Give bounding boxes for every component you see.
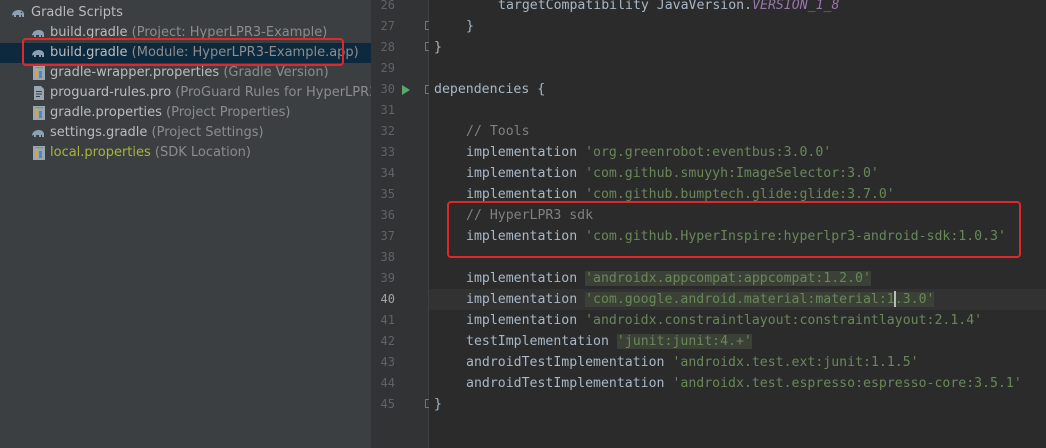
line-number: 36 [380,208,395,222]
tree-item-name: settings.gradle [50,125,148,140]
code-line-33: implementation 'org.greenrobot:eventbus:… [466,145,832,160]
tree-item-hint: (SDK Location) [154,145,251,160]
line-number: 42 [380,334,395,348]
line-number: 28 [380,40,395,54]
line-number: 32 [380,124,395,138]
tree-item-hint: (Project Settings) [151,125,264,140]
code-line-32: // Tools [466,124,530,139]
tree-item-gradle-wrapper-properties[interactable]: gradle-wrapper.properties (Gradle Versio… [0,63,371,83]
code-line-30: dependencies { [434,82,546,97]
line-number: 43 [380,355,395,369]
code-line-43: androidTestImplementation 'androidx.test… [466,355,919,370]
line-number: 39 [380,271,395,285]
code-line-34: implementation 'com.github.smuyyh:ImageS… [466,166,879,181]
properties-file-icon [33,106,45,120]
code-line-26: targetCompatibility JavaVersion.VERSION_… [498,0,840,13]
tree-item-settings-gradle[interactable]: settings.gradle (Project Settings) [0,123,371,143]
highlight-box [447,201,1021,258]
code-line-42: testImplementation 'junit:junit:4.+' [466,334,752,349]
tree-item-name: gradle.properties [50,105,162,120]
line-number: 38 [380,250,395,264]
text-file-icon [34,86,44,100]
tree-item-name: local.properties [50,145,151,160]
code-line-44: androidTestImplementation 'androidx.test… [466,376,1022,391]
line-number: 35 [380,187,395,201]
line-number: 26 [380,0,395,12]
line-number: 37 [380,229,395,243]
editor-gutter[interactable]: 26 27 28 29 30 31 32 33 34 35 36 37 38 3… [371,0,429,448]
line-number: 45 [380,397,395,411]
code-line-40: implementation 'com.google.android.mater… [466,291,935,307]
tree-node-gradle-scripts[interactable]: Gradle Scripts [0,3,371,23]
tree-item-name: proguard-rules.pro [50,85,172,100]
line-number: 27 [380,19,395,33]
tree-item-name: gradle-wrapper.properties [50,65,220,80]
line-number: 31 [380,103,395,117]
code-line-41: implementation 'androidx.constraintlayou… [466,313,983,328]
line-number: 29 [380,61,395,75]
line-number: 33 [380,145,395,159]
line-number: 44 [380,376,395,390]
properties-file-icon [33,146,45,160]
tree-item-hint: (Gradle Version) [223,65,329,80]
code-line-28: } [434,40,442,55]
code-line-27: } [466,19,474,34]
properties-file-icon [33,66,45,80]
project-tree: Gradle Scripts build.gradle (Project: Hy… [0,0,371,448]
line-number: 41 [380,313,395,327]
code-line-39: implementation 'androidx.appcompat:appco… [466,271,871,286]
line-number: 30 [380,82,395,96]
line-number: 34 [380,166,395,180]
tree-item-hint: (ProGuard Rules for HyperLPR3- [175,85,371,100]
tree-node-label: Gradle Scripts [31,5,123,20]
run-gutter-icon[interactable] [402,85,410,95]
code-line-45: } [434,397,442,412]
tree-item-proguard-rules[interactable]: proguard-rules.pro (ProGuard Rules for H… [0,83,371,103]
tree-item-local-properties[interactable]: local.properties (SDK Location) [0,143,371,163]
line-number-current: 40 [380,292,395,306]
gradle-elephant-icon [32,130,44,137]
highlight-box [22,38,344,66]
tree-item-hint: (Project Properties) [166,105,291,120]
tree-item-gradle-properties[interactable]: gradle.properties (Project Properties) [0,103,371,123]
gradle-elephant-icon [12,10,24,17]
